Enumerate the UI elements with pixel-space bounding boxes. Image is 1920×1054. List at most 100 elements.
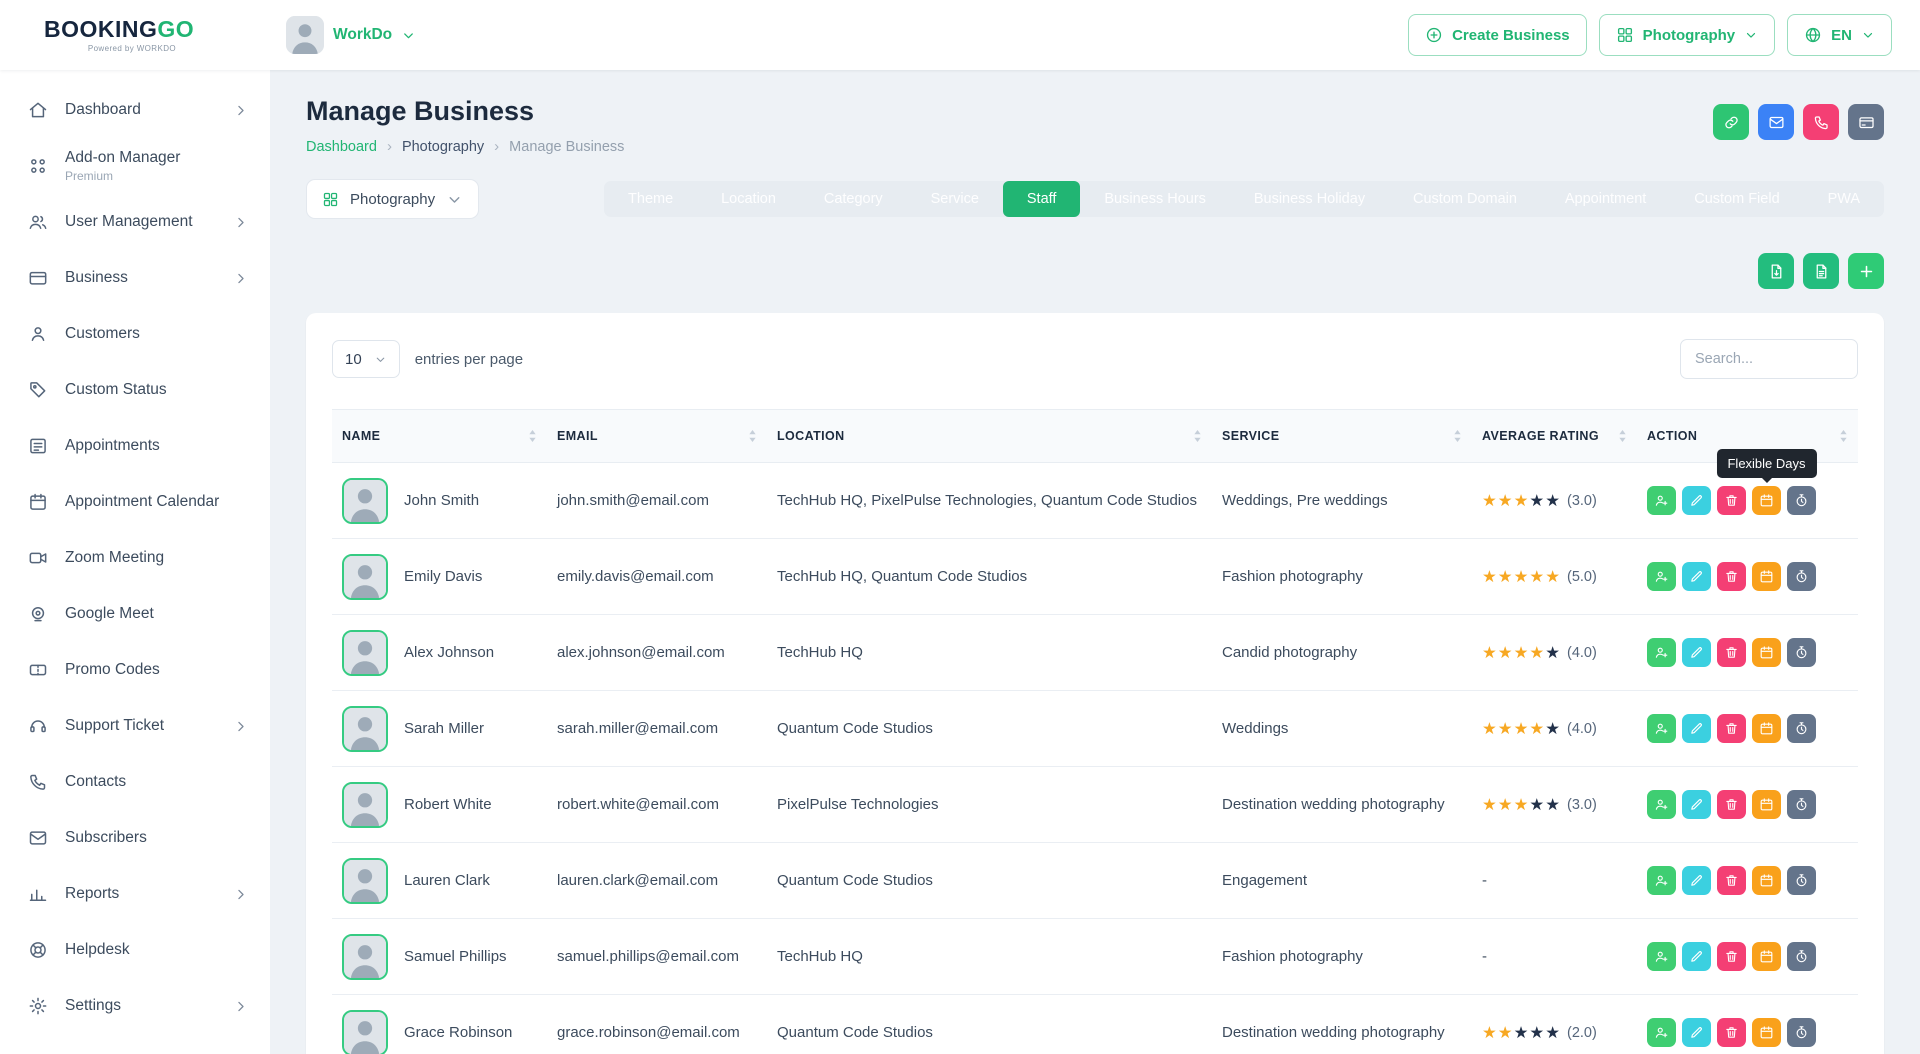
search-input[interactable] [1680, 339, 1858, 379]
entries-per-page-select[interactable]: 10 [332, 340, 400, 378]
sidebar-item-helpdesk[interactable]: Helpdesk [0, 922, 270, 978]
staff-avatar [342, 630, 388, 676]
edit-button[interactable] [1682, 486, 1711, 515]
delete-button[interactable] [1717, 714, 1746, 743]
assign-user-button[interactable] [1647, 562, 1676, 591]
sidebar-item-settings[interactable]: Settings [0, 978, 270, 1034]
staff-service: Weddings, Pre weddings [1212, 463, 1472, 539]
delete-button[interactable] [1717, 866, 1746, 895]
tab-custom-field[interactable]: Custom Field [1670, 181, 1803, 217]
assign-user-button[interactable] [1647, 1018, 1676, 1047]
sidebar-item-appointments[interactable]: Appointments [0, 418, 270, 474]
edit-button[interactable] [1682, 638, 1711, 667]
flexible-days-button[interactable] [1752, 1018, 1781, 1047]
custom-status-icon [28, 380, 48, 400]
tab-business-hours[interactable]: Business Hours [1080, 181, 1229, 217]
flexible-days-button[interactable] [1752, 638, 1781, 667]
sidebar-item-zoom-meeting[interactable]: Zoom Meeting [0, 530, 270, 586]
sidebar-item-addon-manager[interactable]: Add-on ManagerPremium [0, 138, 270, 194]
tab-business-holiday[interactable]: Business Holiday [1230, 181, 1389, 217]
assign-user-button[interactable] [1647, 942, 1676, 971]
delete-button[interactable] [1717, 942, 1746, 971]
delete-button[interactable] [1717, 638, 1746, 667]
column-header-location[interactable]: LOCATION [767, 410, 1212, 463]
delete-button[interactable] [1717, 1018, 1746, 1047]
plus-icon [1858, 263, 1875, 280]
availability-button[interactable] [1787, 638, 1816, 667]
brand-logo-text: BOOKINGGO [44, 18, 270, 41]
sidebar-item-contacts[interactable]: Contacts [0, 754, 270, 810]
tab-appointment[interactable]: Appointment [1541, 181, 1670, 217]
delete-button[interactable] [1717, 486, 1746, 515]
tab-location[interactable]: Location [697, 181, 800, 217]
tab-staff[interactable]: Staff [1003, 181, 1080, 217]
flexible-days-button[interactable] [1752, 942, 1781, 971]
availability-button[interactable] [1787, 562, 1816, 591]
assign-user-button[interactable] [1647, 790, 1676, 819]
delete-button[interactable] [1717, 790, 1746, 819]
flexible-days-button[interactable] [1752, 714, 1781, 743]
business-dropdown[interactable]: Photography [306, 179, 479, 219]
business-selector-button[interactable]: Photography [1599, 14, 1776, 56]
column-header-average-rating[interactable]: AVERAGE RATING [1472, 410, 1637, 463]
add-staff-button[interactable] [1848, 253, 1884, 289]
tab-custom-domain[interactable]: Custom Domain [1389, 181, 1541, 217]
breadcrumb-link-dashboard[interactable]: Dashboard [306, 139, 377, 155]
send-mail-button[interactable] [1758, 104, 1794, 140]
tab-pwa[interactable]: PWA [1804, 181, 1884, 217]
sidebar-item-reports[interactable]: Reports [0, 866, 270, 922]
assign-user-button[interactable] [1647, 486, 1676, 515]
sidebar-item-promo-codes[interactable]: Promo Codes [0, 642, 270, 698]
column-header-service[interactable]: SERVICE [1212, 410, 1472, 463]
sidebar-item-support-ticket[interactable]: Support Ticket [0, 698, 270, 754]
language-selector-button[interactable]: EN [1787, 14, 1892, 56]
link-icon [1723, 114, 1740, 131]
assign-user-button[interactable] [1647, 866, 1676, 895]
column-header-name[interactable]: NAME [332, 410, 547, 463]
edit-button[interactable] [1682, 714, 1711, 743]
sidebar-item-subscribers[interactable]: Subscribers [0, 810, 270, 866]
assign-user-button[interactable] [1647, 638, 1676, 667]
calendar-icon [1759, 1025, 1774, 1040]
pencil-icon [1689, 797, 1704, 812]
sidebar-item-customers[interactable]: Customers [0, 306, 270, 362]
availability-button[interactable] [1787, 790, 1816, 819]
export-file-button[interactable] [1758, 253, 1794, 289]
availability-button[interactable] [1787, 1018, 1816, 1047]
availability-button[interactable] [1787, 486, 1816, 515]
sidebar-item-custom-status[interactable]: Custom Status [0, 362, 270, 418]
availability-button[interactable] [1787, 866, 1816, 895]
flexible-days-button[interactable] [1752, 486, 1781, 515]
availability-button[interactable] [1787, 714, 1816, 743]
column-header-email[interactable]: EMAIL [547, 410, 767, 463]
edit-button[interactable] [1682, 942, 1711, 971]
tab-category[interactable]: Category [800, 181, 907, 217]
edit-button[interactable] [1682, 790, 1711, 819]
sidebar-item-user-management[interactable]: User Management [0, 194, 270, 250]
trash-icon [1724, 721, 1739, 736]
sidebar-item-business[interactable]: Business [0, 250, 270, 306]
edit-button[interactable] [1682, 562, 1711, 591]
flexible-days-button[interactable] [1752, 866, 1781, 895]
availability-button[interactable] [1787, 942, 1816, 971]
flexible-days-button[interactable] [1752, 562, 1781, 591]
edit-button[interactable] [1682, 1018, 1711, 1047]
delete-button[interactable] [1717, 562, 1746, 591]
assign-user-button[interactable] [1647, 714, 1676, 743]
workspace-selector[interactable]: WorkDo [286, 16, 416, 54]
call-button[interactable] [1803, 104, 1839, 140]
staff-avatar [342, 782, 388, 828]
tab-theme[interactable]: Theme [604, 181, 697, 217]
sidebar-item-appointment-calendar[interactable]: Appointment Calendar [0, 474, 270, 530]
sidebar-item-google-meet[interactable]: Google Meet [0, 586, 270, 642]
sidebar-item-dashboard[interactable]: Dashboard [0, 82, 270, 138]
edit-button[interactable] [1682, 866, 1711, 895]
tab-service[interactable]: Service [907, 181, 1003, 217]
payment-card-button[interactable] [1848, 104, 1884, 140]
sort-icon [1618, 429, 1627, 443]
export-sheet-button[interactable] [1803, 253, 1839, 289]
support-ticket-icon [28, 716, 48, 736]
flexible-days-button[interactable] [1752, 790, 1781, 819]
create-business-button[interactable]: Create Business [1408, 14, 1587, 56]
copy-link-button[interactable] [1713, 104, 1749, 140]
